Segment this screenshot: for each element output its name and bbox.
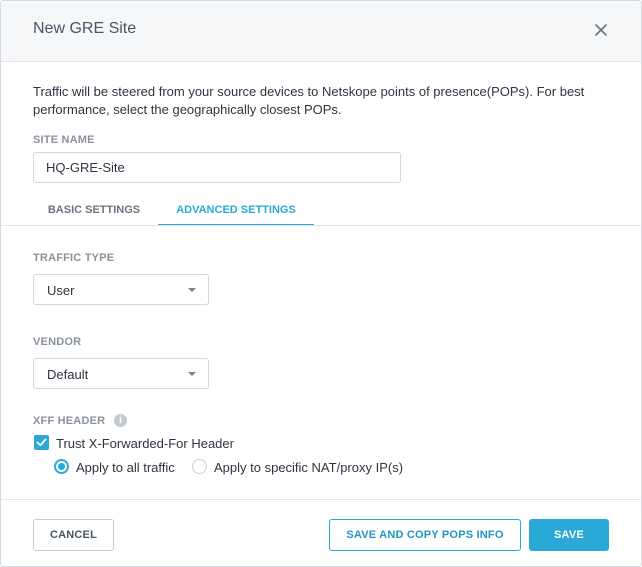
vendor-value: Default (47, 367, 89, 382)
xff-header-label: XFF HEADER (33, 415, 106, 427)
dialog-title: New GRE Site (33, 20, 137, 37)
apply-all-traffic-label: Apply to all traffic (76, 460, 175, 475)
traffic-type-select[interactable]: User (33, 274, 209, 305)
dialog-header: New GRE Site (1, 1, 641, 62)
vendor-select[interactable]: Default (33, 358, 209, 389)
apply-specific-ips-label: Apply to specific NAT/proxy IP(s) (214, 460, 404, 475)
trust-xff-label: Trust X-Forwarded-For Header (56, 436, 234, 451)
info-icon[interactable]: i (114, 414, 127, 427)
save-and-copy-pops-button[interactable]: SAVE AND COPY POPS INFO (329, 519, 521, 551)
traffic-type-label: TRAFFIC TYPE (33, 252, 115, 264)
tabs-divider (1, 225, 641, 226)
traffic-type-value: User (47, 283, 75, 298)
apply-specific-ips-radio[interactable] (192, 459, 207, 474)
dialog-description: Traffic will be steered from your source… (33, 84, 585, 117)
chevron-down-icon (188, 288, 196, 292)
new-gre-site-dialog: New GRE Site Traffic will be steered fro… (0, 0, 642, 567)
settings-tabs: BASIC SETTINGS ADVANCED SETTINGS (1, 196, 641, 226)
tab-basic-settings[interactable]: BASIC SETTINGS (33, 196, 155, 226)
footer-divider (1, 499, 641, 500)
trust-xff-checkbox[interactable] (34, 435, 49, 450)
chevron-down-icon (188, 372, 196, 376)
site-name-label: SITE NAME (33, 134, 95, 146)
vendor-label: VENDOR (33, 336, 82, 348)
apply-all-traffic-radio[interactable] (54, 459, 69, 474)
site-name-input[interactable] (33, 152, 401, 183)
save-button[interactable]: SAVE (529, 519, 609, 551)
tab-advanced-settings[interactable]: ADVANCED SETTINGS (158, 196, 314, 226)
close-icon[interactable] (589, 18, 613, 42)
cancel-button[interactable]: CANCEL (33, 519, 114, 551)
